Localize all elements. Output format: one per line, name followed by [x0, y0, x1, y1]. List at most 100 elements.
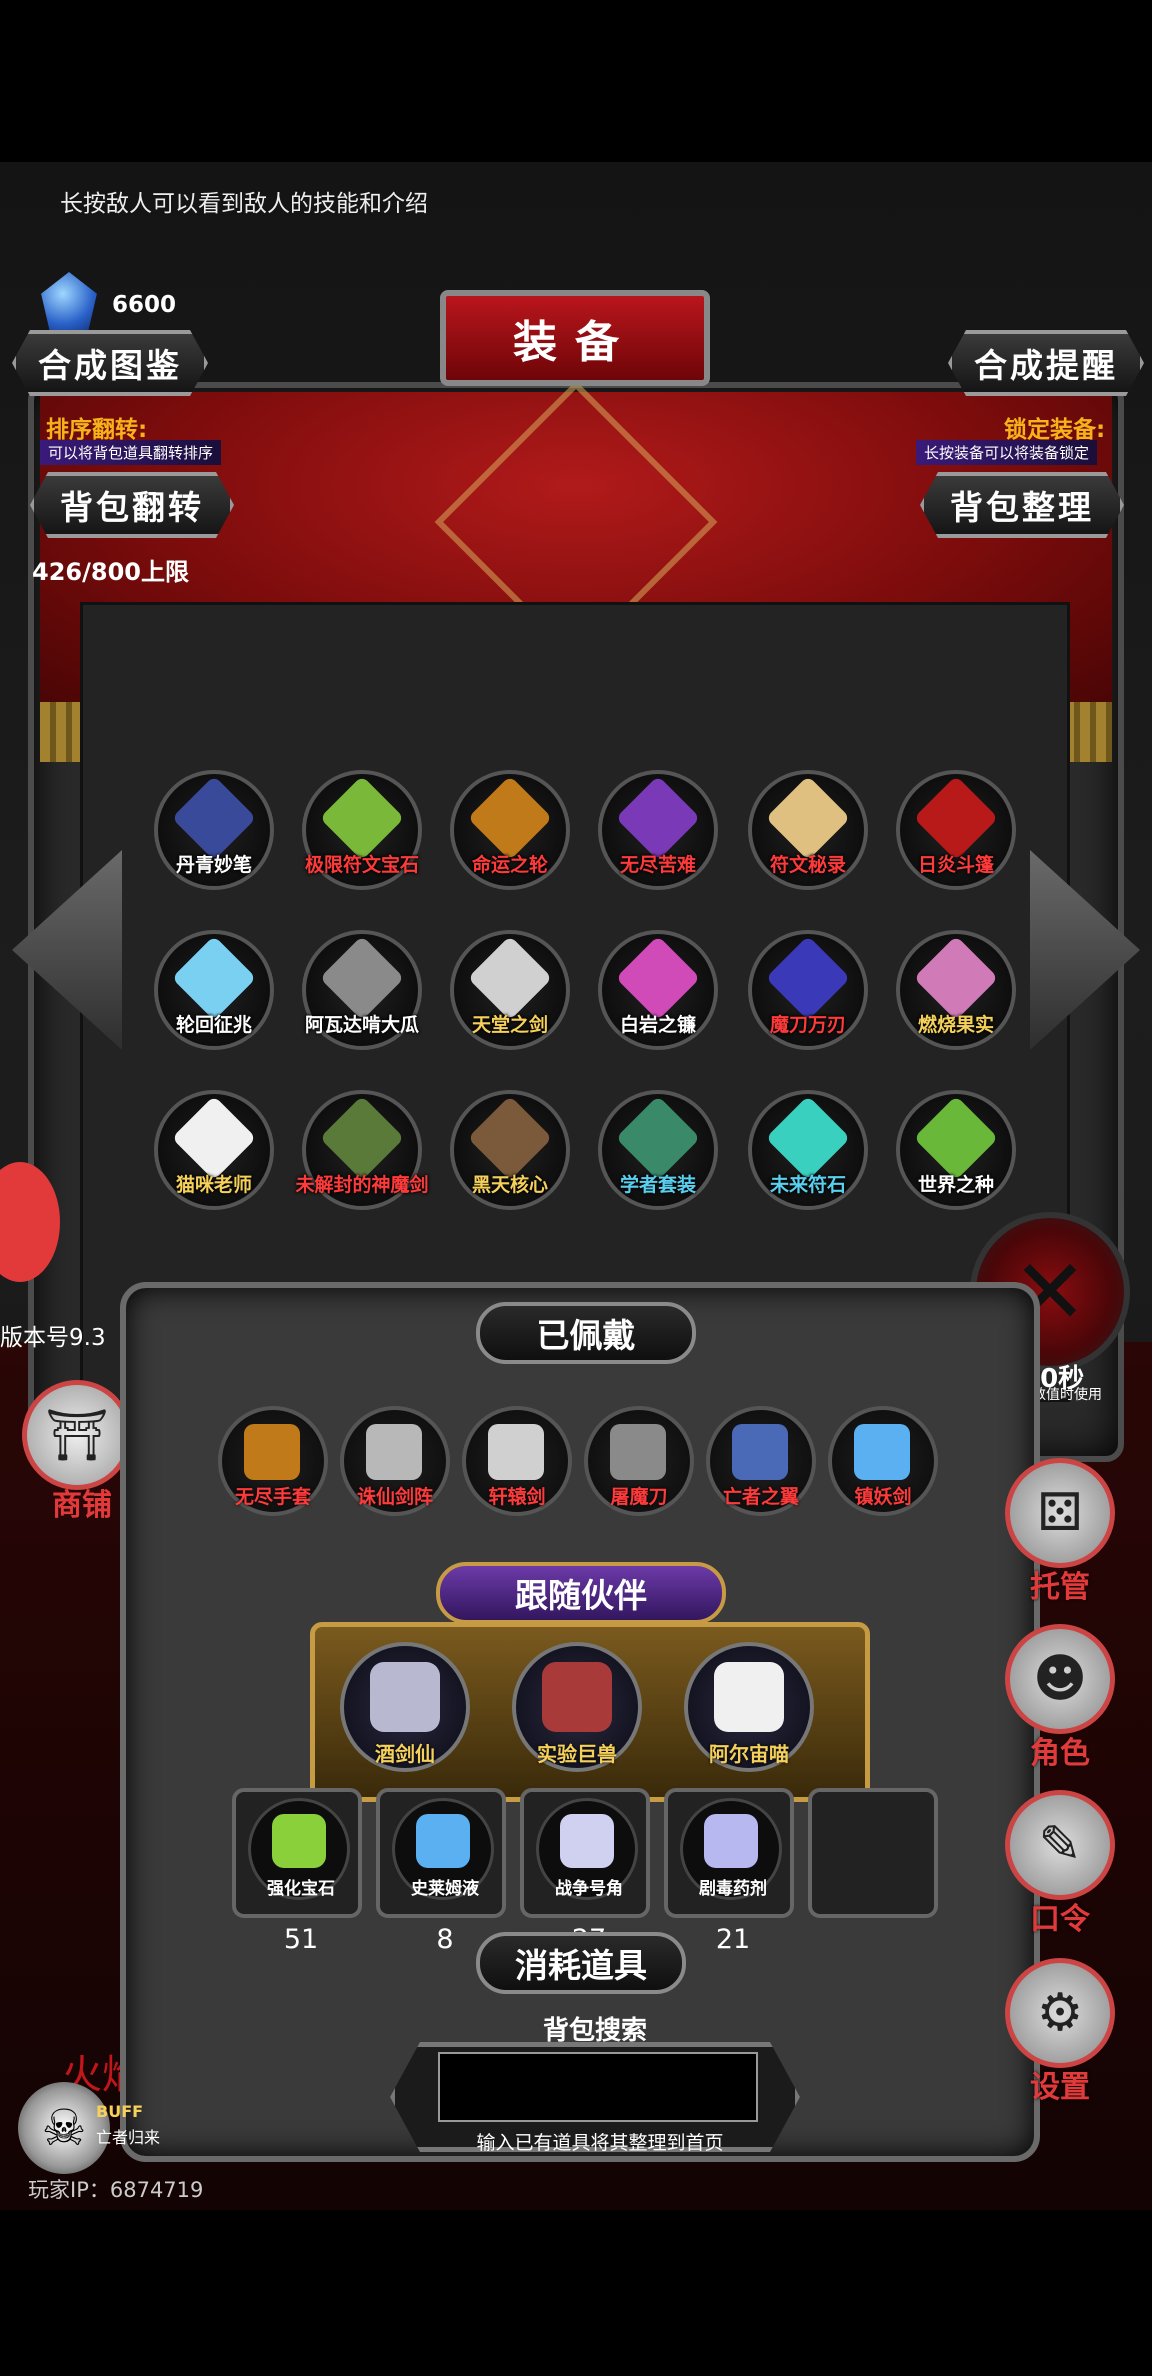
item-name: 世界之种 [917, 1174, 994, 1196]
shop-icon: ⛩ [22, 1380, 132, 1490]
companion-title: 跟随伙伴 [436, 1562, 726, 1624]
inventory-item[interactable]: 符文秘录 [744, 766, 872, 894]
inventory-item[interactable]: 轮回征兆 [150, 926, 278, 1054]
item-name: 命运之轮 [471, 854, 548, 876]
companion-name: 阿尔宙喵 [709, 1742, 789, 1766]
blue-crystal-icon [41, 272, 97, 334]
consumable-name: 剧毒药剂 [699, 1879, 767, 1899]
buff-label: BUFF [96, 2102, 144, 2121]
item-name: 学者套装 [619, 1174, 696, 1196]
consumable-item[interactable]: 强化宝石 51 [232, 1788, 362, 1955]
item-name: 丹青妙笔 [175, 854, 252, 876]
equipped-title: 已佩戴 [476, 1302, 696, 1364]
inventory-item[interactable]: 命运之轮 [446, 766, 574, 894]
equip-name: 亡者之翼 [722, 1486, 799, 1508]
equipped-item[interactable]: 镇妖剑 [828, 1406, 938, 1516]
companion[interactable]: 阿尔宙喵 [684, 1642, 814, 1772]
equip-icon [732, 1424, 788, 1480]
side-button[interactable]: ✎ 口令 [1000, 1790, 1120, 1938]
inventory-item[interactable]: 天堂之剑 [446, 926, 574, 1054]
consumable-icon [272, 1814, 326, 1868]
equip-name: 无尽手套 [234, 1486, 311, 1508]
item-name: 未解封的神魔剑 [295, 1174, 429, 1196]
inventory-item[interactable]: 猫咪老师 [150, 1086, 278, 1214]
consumables-title: 消耗道具 [476, 1932, 686, 1994]
crystal-count: 6600 [112, 292, 177, 318]
bag-capacity: 426/800上限 [32, 558, 189, 586]
page-title: 装备 [440, 290, 710, 386]
equip-icon [366, 1424, 422, 1480]
equipped-item[interactable]: 屠魔刀 [584, 1406, 694, 1516]
inventory-item[interactable]: 黑天核心 [446, 1086, 574, 1214]
side-button-label: 口令 [1030, 1902, 1090, 1937]
buff-name: 亡者归来 [96, 2128, 161, 2147]
inventory-item[interactable]: 世界之种 [892, 1086, 1020, 1214]
equipped-item[interactable]: 诛仙剑阵 [340, 1406, 450, 1516]
companion-icon [714, 1662, 784, 1732]
item-name: 阿瓦达啃大瓜 [304, 1014, 419, 1036]
inventory-item[interactable]: 丹青妙笔 [150, 766, 278, 894]
item-name: 未来符石 [769, 1174, 846, 1196]
book-icon: ✎ [1005, 1790, 1115, 1900]
synth-guide-button[interactable]: 合成图鉴 [12, 330, 208, 396]
status-bar-area [0, 0, 1152, 162]
player-ip: 玩家IP：6874719 [28, 2178, 204, 2202]
search-hint: 输入已有道具将其整理到首页 [476, 2132, 724, 2154]
consumable-icon [704, 1814, 758, 1868]
equip-icon [488, 1424, 544, 1480]
side-button-label: 设置 [1030, 2070, 1090, 2105]
sort-flip-desc: 可以将背包道具翻转排序 [40, 440, 222, 465]
equipped-item[interactable]: 亡者之翼 [706, 1406, 816, 1516]
inventory-item[interactable]: 阿瓦达啃大瓜 [298, 926, 426, 1054]
item-name: 极限符文宝石 [304, 854, 419, 876]
companion-icon [542, 1662, 612, 1732]
companion[interactable]: 酒剑仙 [340, 1642, 470, 1772]
inventory-item[interactable]: 白岩之镰 [594, 926, 722, 1054]
item-name: 魔刀万刃 [769, 1014, 846, 1036]
equipped-item[interactable]: 无尽手套 [218, 1406, 328, 1516]
equip-name: 镇妖剑 [854, 1486, 912, 1508]
hooded-figure-icon: ☻ [1005, 1624, 1115, 1734]
consumable-item[interactable]: 剧毒药剂 21 [664, 1788, 794, 1955]
consumable-name: 战争号角 [555, 1879, 623, 1899]
side-button[interactable]: ⚙ 设置 [1000, 1958, 1120, 2106]
equip-icon [610, 1424, 666, 1480]
item-name: 符文秘录 [769, 854, 846, 876]
consumable-icon [560, 1814, 614, 1868]
side-button[interactable]: ☻ 角色 [1000, 1624, 1120, 1772]
inventory-item[interactable]: 极限符文宝石 [298, 766, 426, 894]
empty-consumable-slot[interactable] [808, 1788, 938, 1918]
version-label: 版本号9.3 [0, 1325, 106, 1351]
navigation-bar-area [0, 2210, 1152, 2376]
inventory-item[interactable]: 日炎斗篷 [892, 766, 1020, 894]
item-name: 天堂之剑 [471, 1014, 548, 1036]
item-name: 燃烧果实 [917, 1014, 994, 1036]
companion[interactable]: 实验巨兽 [512, 1642, 642, 1772]
lock-equip-title: 锁定装备: [1004, 417, 1106, 443]
inventory-item[interactable]: 燃烧果实 [892, 926, 1020, 1054]
equipped-item[interactable]: 轩辕剑 [462, 1406, 572, 1516]
inventory-item[interactable]: 未来符石 [744, 1086, 872, 1214]
synth-reminder-button[interactable]: 合成提醒 [948, 330, 1144, 396]
inventory-item[interactable]: 无尽苦难 [594, 766, 722, 894]
sort-flip-title: 排序翻转: [46, 417, 148, 443]
bag-sort-button[interactable]: 背包整理 [920, 472, 1124, 538]
item-name: 黑天核心 [471, 1174, 548, 1196]
side-button-label: 托管 [1030, 1570, 1090, 1605]
equip-name: 诛仙剑阵 [356, 1486, 433, 1508]
inventory-item[interactable]: 魔刀万刃 [744, 926, 872, 1054]
lock-equip-desc: 长按装备可以将装备锁定 [916, 440, 1098, 465]
item-name: 日炎斗篷 [917, 854, 994, 876]
bag-flip-button[interactable]: 背包翻转 [30, 472, 234, 538]
equip-name: 屠魔刀 [610, 1486, 668, 1508]
inventory-item[interactable]: 学者套装 [594, 1086, 722, 1214]
side-button[interactable]: ⚄ 托管 [1000, 1458, 1120, 1606]
search-label: 背包搜索 [542, 2016, 647, 2046]
consumable-count: 21 [715, 1924, 751, 1955]
consumable-item[interactable]: 史莱姆液 8 [376, 1788, 506, 1955]
consumable-item[interactable]: 战争号角27 [520, 1788, 650, 1955]
consumable-name: 强化宝石 [267, 1879, 335, 1899]
inventory-item[interactable]: 未解封的神魔剑 [295, 1086, 429, 1214]
search-input[interactable] [438, 2052, 758, 2122]
equip-icon [854, 1424, 910, 1480]
